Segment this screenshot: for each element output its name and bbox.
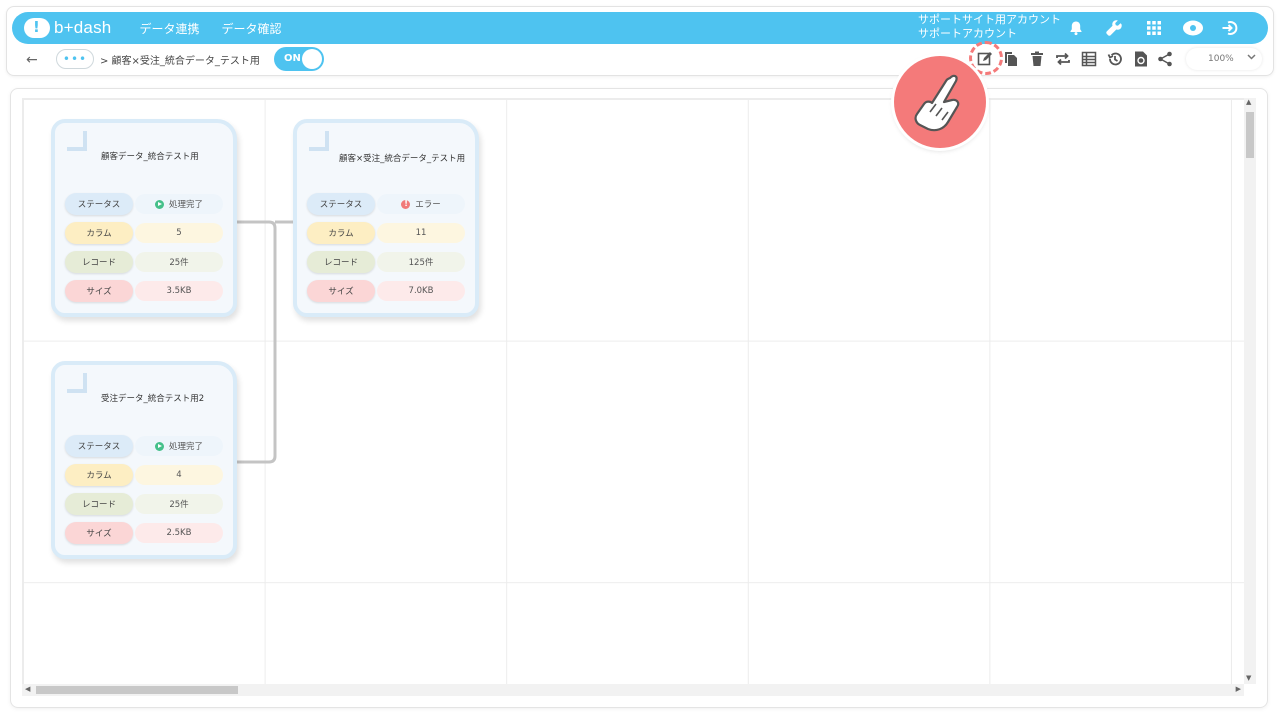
- status-value: 処理完了: [135, 436, 223, 456]
- scroll-right-arrow-icon[interactable]: ▶: [1236, 685, 1241, 693]
- size-value: 2.5KB: [135, 523, 223, 543]
- share-icon[interactable]: [1156, 50, 1174, 68]
- scroll-left-arrow-icon[interactable]: ◀: [25, 685, 30, 693]
- records-value: 25件: [135, 494, 223, 514]
- card-row-status: ステータス 処理完了: [65, 193, 223, 215]
- card-title: 受注データ_統合テスト用2: [101, 394, 205, 404]
- copy-icon[interactable]: [1002, 50, 1020, 68]
- toggle-knob: [302, 49, 322, 69]
- size-value: 3.5KB: [135, 281, 223, 301]
- pointer-hand-icon: [894, 56, 986, 148]
- card-row-size: サイズ 2.5KB: [65, 522, 223, 544]
- columns-value: 11: [377, 223, 465, 243]
- size-label: サイズ: [65, 280, 133, 302]
- card-row-columns: カラム 4: [65, 464, 223, 486]
- play-status-icon: [154, 441, 164, 451]
- card-row-columns: カラム 5: [65, 222, 223, 244]
- scroll-down-arrow-icon[interactable]: ▼: [1246, 674, 1251, 682]
- vertical-scrollbar[interactable]: ▲ ▼: [1244, 98, 1256, 684]
- status-label: ステータス: [307, 193, 375, 215]
- document-fold-icon: [67, 373, 87, 393]
- horizontal-scroll-thumb[interactable]: [36, 686, 238, 694]
- data-card-customers[interactable]: 顧客データ_統合テスト用 ステータス 処理完了 カラム 5 レコード 25件 サ…: [51, 119, 237, 317]
- zoom-select[interactable]: 100%: [1186, 48, 1262, 70]
- repeat-icon[interactable]: [1054, 50, 1072, 68]
- document-fold-icon: [309, 131, 329, 151]
- document-fold-icon: [67, 131, 87, 151]
- status-text: 処理完了: [168, 442, 203, 452]
- status-text: エラー: [415, 200, 441, 210]
- connector-path: [237, 220, 277, 464]
- toggle-label: ON: [284, 53, 301, 64]
- table-icon[interactable]: [1080, 50, 1098, 68]
- vertical-scroll-thumb[interactable]: [1246, 112, 1254, 158]
- card-row-records: レコード 25件: [65, 493, 223, 515]
- columns-label: カラム: [65, 464, 133, 486]
- records-value: 25件: [135, 252, 223, 272]
- card-row-status: ステータス 処理完了: [65, 435, 223, 457]
- status-value: 処理完了: [135, 194, 223, 214]
- size-value: 7.0KB: [377, 281, 465, 301]
- error-status-icon: [401, 199, 411, 209]
- refresh-file-icon[interactable]: [1132, 50, 1150, 68]
- data-card-orders[interactable]: 受注データ_統合テスト用2 ステータス 処理完了 カラム 4 レコード 25件 …: [51, 361, 237, 559]
- data-card-merged[interactable]: 顧客×受注_統合データ_テスト用 ステータス エラー カラム 11 レコード 1…: [293, 119, 479, 317]
- records-label: レコード: [307, 251, 375, 273]
- columns-value: 4: [135, 465, 223, 485]
- trash-icon[interactable]: [1028, 50, 1046, 68]
- card-row-columns: カラム 11: [307, 222, 465, 244]
- status-value: エラー: [377, 194, 465, 214]
- columns-label: カラム: [307, 222, 375, 244]
- card-row-records: レコード 125件: [307, 251, 465, 273]
- records-value: 125件: [377, 252, 465, 272]
- columns-value: 5: [135, 223, 223, 243]
- card-row-status: ステータス エラー: [307, 193, 465, 215]
- records-label: レコード: [65, 251, 133, 273]
- play-status-icon: [154, 199, 164, 209]
- more-breadcrumb-button[interactable]: •••: [56, 49, 94, 69]
- enable-toggle[interactable]: ON: [274, 47, 324, 71]
- card-row-records: レコード 25件: [65, 251, 223, 273]
- status-label: ステータス: [65, 193, 133, 215]
- back-button[interactable]: ←: [26, 52, 38, 68]
- status-text: 処理完了: [168, 200, 203, 210]
- horizontal-scrollbar[interactable]: ◀ ▶: [22, 684, 1244, 696]
- columns-label: カラム: [65, 222, 133, 244]
- scroll-up-arrow-icon[interactable]: ▲: [1246, 98, 1251, 106]
- size-label: サイズ: [307, 280, 375, 302]
- card-row-size: サイズ 3.5KB: [65, 280, 223, 302]
- chevron-down-icon: [1247, 52, 1256, 63]
- records-label: レコード: [65, 493, 133, 515]
- sub-toolbar: ← ••• > 顧客×受注_統合データ_テスト用 ON 100%: [12, 44, 1268, 74]
- history-icon[interactable]: [1106, 50, 1124, 68]
- card-row-size: サイズ 7.0KB: [307, 280, 465, 302]
- status-label: ステータス: [65, 435, 133, 457]
- card-title: 顧客データ_統合テスト用: [101, 152, 199, 162]
- breadcrumb: > 顧客×受注_統合データ_テスト用: [100, 56, 260, 67]
- zoom-value: 100%: [1208, 54, 1234, 64]
- size-label: サイズ: [65, 522, 133, 544]
- card-title: 顧客×受注_統合データ_テスト用: [339, 154, 466, 164]
- flow-canvas[interactable]: 顧客データ_統合テスト用 ステータス 処理完了 カラム 5 レコード 25件 サ…: [22, 98, 1244, 684]
